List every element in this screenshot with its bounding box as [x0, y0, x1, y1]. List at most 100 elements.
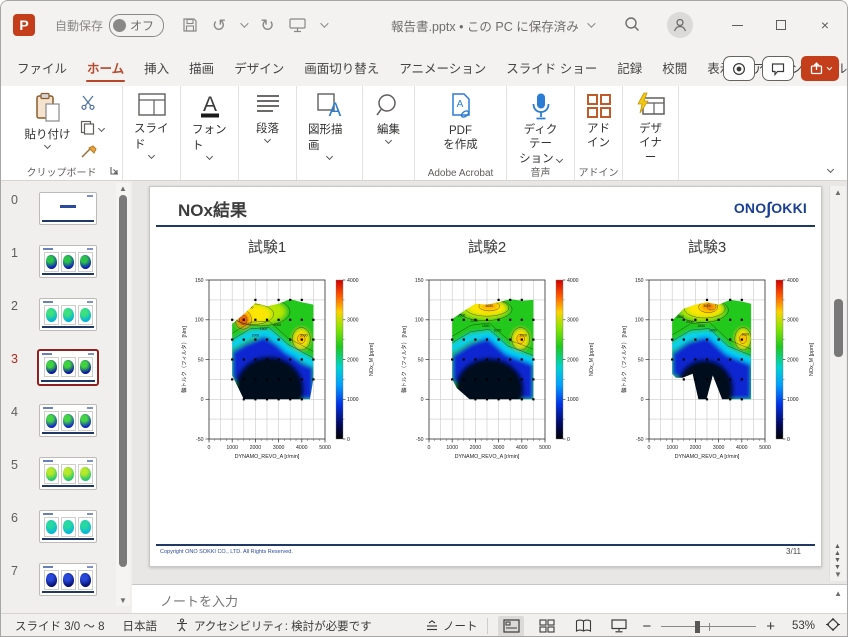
svg-text:3000: 3000: [519, 333, 527, 337]
tab-記録[interactable]: 記録: [607, 51, 652, 86]
font-button[interactable]: A フォント: [187, 91, 232, 160]
paste-label: 貼り付け: [25, 126, 71, 142]
maximize-button[interactable]: [759, 1, 803, 49]
dictate-button[interactable]: ディクテーション: [513, 91, 568, 167]
drawing-button[interactable]: A 図形描画: [303, 91, 356, 160]
contour-plot-2[interactable]: 試験2 300025002000150010003000 01000200030…: [399, 262, 599, 470]
zoom-out-button[interactable]: −: [642, 618, 651, 635]
svg-text:2500: 2500: [458, 314, 466, 318]
zoom-in-button[interactable]: +: [766, 618, 775, 635]
powerpoint-app-icon[interactable]: P: [13, 14, 35, 36]
slide-thumbnail-row: 3: [11, 351, 132, 384]
svg-text:1000: 1000: [252, 333, 260, 337]
tab-描画[interactable]: 描画: [179, 51, 224, 86]
minimize-button[interactable]: [715, 1, 759, 49]
tab-スライド ショー[interactable]: スライド ショー: [496, 51, 607, 86]
tab-挿入[interactable]: 挿入: [134, 51, 179, 86]
cut-icon[interactable]: [80, 95, 104, 113]
slide-number-7: 7: [11, 563, 27, 578]
svg-text:3000: 3000: [567, 318, 579, 324]
clipboard-dialog-launcher-icon[interactable]: [110, 164, 119, 178]
acrobat-group-label: Adobe Acrobat: [415, 168, 506, 179]
tab-ファイル[interactable]: ファイル: [7, 51, 77, 86]
svg-text:2000: 2000: [470, 319, 478, 323]
previous-slide-button[interactable]: ▲▲: [829, 543, 846, 557]
slideshow-from-start-icon[interactable]: [289, 18, 306, 33]
slideshow-view-button[interactable]: [606, 616, 632, 637]
slide-thumbnail-6[interactable]: [39, 510, 97, 543]
contour-plot-3[interactable]: 試験3 300025002000150010003000 01000200030…: [619, 262, 819, 470]
scroll-down-icon[interactable]: ▼: [116, 596, 130, 605]
editing-button[interactable]: 編集: [370, 91, 407, 144]
reading-view-button[interactable]: [570, 616, 596, 637]
collapse-ribbon-icon[interactable]: [827, 166, 834, 173]
accessibility-status[interactable]: アクセシビリティ: 検討が必要です: [175, 618, 372, 635]
font-dropdown-icon: [206, 153, 213, 160]
svg-text:2500: 2500: [233, 314, 241, 318]
svg-text:1000: 1000: [567, 397, 579, 403]
redo-icon[interactable]: ↻: [260, 17, 274, 34]
slide-thumbnail-1[interactable]: [39, 245, 97, 278]
normal-view-button[interactable]: [498, 616, 524, 637]
svg-text:DYNAMO_REVO_A [r/min]: DYNAMO_REVO_A [r/min]: [455, 454, 520, 460]
addins-button[interactable]: アドイン: [580, 91, 618, 152]
format-painter-icon[interactable]: [80, 145, 104, 163]
slide-thumbnail-2[interactable]: [39, 298, 97, 331]
slide-sorter-view-button[interactable]: [534, 616, 560, 637]
ribbon: 貼り付け クリップボード スライド A フォント: [1, 86, 847, 181]
slide-thumbnail-7[interactable]: [39, 563, 97, 596]
slide[interactable]: NOx結果 ONO∫OKKI 試験1 300025002000150010003…: [149, 186, 822, 567]
zoom-slider[interactable]: [661, 616, 756, 637]
quick-access-dropdown-icon[interactable]: [320, 19, 328, 27]
slide-scrollbar-thumb[interactable]: [834, 299, 843, 357]
language-indicator[interactable]: 日本語: [122, 618, 157, 634]
svg-text:2500: 2500: [677, 315, 685, 319]
slide-thumbnail-5[interactable]: [39, 457, 97, 490]
record-button[interactable]: [723, 56, 755, 81]
tab-画面切り替え[interactable]: 画面切り替え: [294, 51, 389, 86]
paragraph-button[interactable]: 段落: [249, 91, 287, 143]
tab-デザイン[interactable]: デザイン: [224, 51, 294, 86]
notes-placeholder[interactable]: ノートを入力: [160, 591, 238, 610]
paste-button[interactable]: 貼り付け: [20, 91, 76, 163]
next-slide-button[interactable]: ▼▼: [829, 557, 846, 571]
tab-校閲[interactable]: 校閲: [652, 51, 697, 86]
fit-to-window-button[interactable]: [825, 617, 841, 635]
user-avatar[interactable]: [667, 12, 693, 38]
slide-counter[interactable]: スライド 3/0 ～ 8: [15, 618, 104, 634]
contour-plot-1[interactable]: 試験1 300025002000150010003000 01000200030…: [179, 262, 379, 470]
tab-ホーム[interactable]: ホーム: [77, 51, 134, 86]
autosave-state: オフ: [130, 17, 154, 34]
copy-icon[interactable]: [80, 120, 95, 138]
document-title[interactable]: 報告書.pptx • この PC に保存済み: [391, 1, 593, 49]
thumbnail-scrollbar-thumb[interactable]: [119, 195, 127, 567]
search-icon[interactable]: [623, 15, 641, 36]
close-button[interactable]: ×: [803, 1, 847, 49]
notes-toggle-button[interactable]: ノート: [425, 618, 478, 634]
editing-label: 編集: [377, 121, 400, 137]
share-button[interactable]: [801, 56, 839, 81]
scroll-up-icon[interactable]: ▲: [116, 184, 130, 193]
comments-button[interactable]: [762, 56, 794, 81]
slide-thumbnail-3[interactable]: [37, 349, 99, 386]
notes-pane[interactable]: ノートを入力 ▲: [132, 584, 847, 613]
slide-scrollbar[interactable]: ▲ ▼: [829, 186, 846, 581]
create-pdf-button[interactable]: A PDFを作成: [438, 91, 483, 154]
slide-thumbnail-4[interactable]: [39, 404, 97, 437]
autosave-toggle[interactable]: オフ: [109, 14, 164, 37]
zoom-slider-thumb[interactable]: [695, 621, 700, 633]
thumbnail-scrollbar[interactable]: ▲ ▼: [116, 183, 130, 606]
tab-アニメーション[interactable]: アニメーション: [389, 51, 496, 86]
notes-scroll-up-icon[interactable]: ▲: [834, 589, 842, 598]
slide-thumbnail-0[interactable]: [39, 192, 97, 225]
scroll-down-icon[interactable]: ▼: [830, 570, 846, 579]
copy-dropdown-icon[interactable]: [97, 125, 104, 132]
save-icon[interactable]: [182, 17, 198, 33]
undo-dropdown-icon[interactable]: [240, 19, 248, 27]
paragraph-icon: [254, 92, 282, 118]
undo-icon[interactable]: ↺: [212, 17, 226, 34]
scroll-up-icon[interactable]: ▲: [830, 188, 846, 197]
zoom-level[interactable]: 53%: [785, 620, 815, 632]
designer-button[interactable]: デザイナー: [629, 91, 672, 166]
slides-button[interactable]: スライド: [129, 91, 174, 159]
